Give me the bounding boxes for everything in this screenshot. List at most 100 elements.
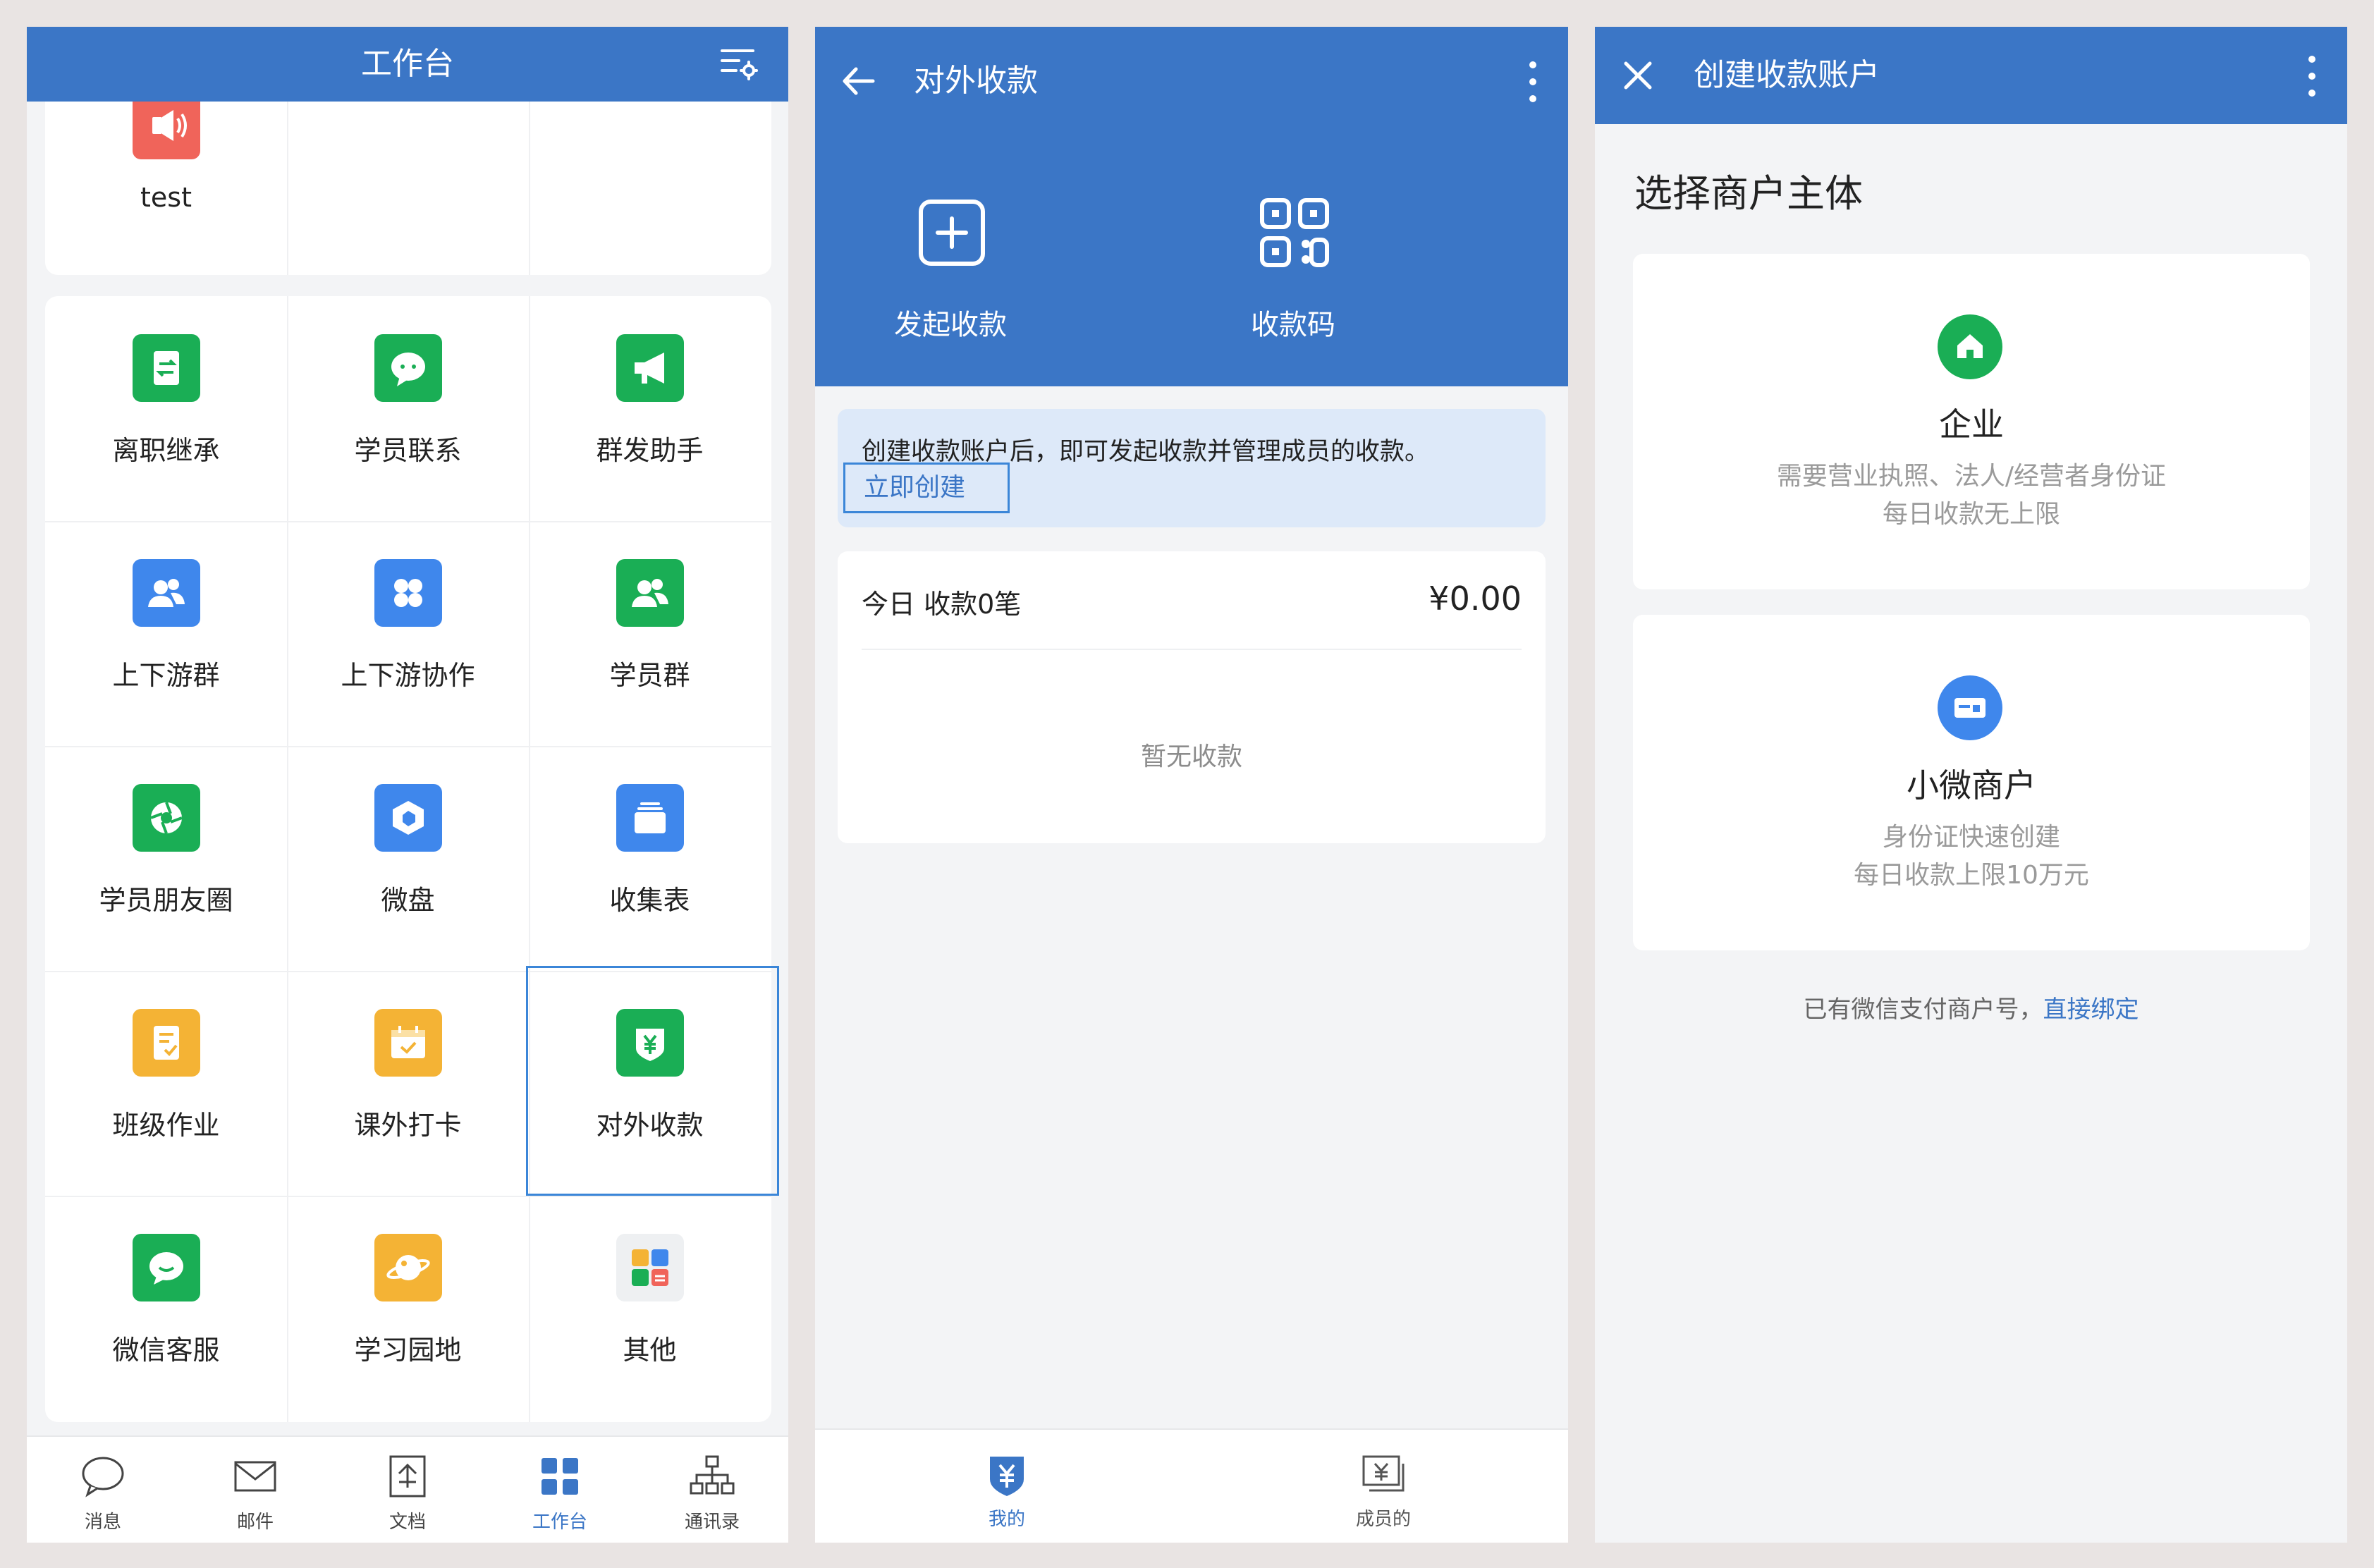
app-item-collect-form[interactable]: 收集表 [529,746,771,971]
app-item-mass-send[interactable]: 群发助手 [529,296,771,521]
collect-screen: 对外收款 发起收款 收款码 创建收款账户后，即可发起收款并管理成员的收款。 立即… [815,27,1568,1543]
calendar-check-icon [374,1009,442,1077]
bind-merchant-hint: 已有微信支付商户号，直接绑定 [1595,990,2347,1024]
option-title: 小微商户 [1907,766,2036,804]
planet-icon [374,1234,442,1301]
app-item-micro-disk[interactable]: 微盘 [287,746,529,971]
app-item-partner-group[interactable]: 上下游群 [45,521,287,746]
message-icon [79,1452,127,1500]
app-label: 微信客服 [112,1335,220,1366]
megaphone-icon [616,334,684,402]
create-header: 创建收款账户 [1595,27,2347,124]
app-label: 其他 [623,1335,677,1366]
today-summary-card: 今日 收款0笔 ¥0.00 暂无收款 [838,551,1546,843]
app-item-student-moments[interactable]: 学员朋友圈 [45,746,287,971]
qr-code-icon [1258,196,1331,269]
document-icon [384,1452,432,1500]
section-title: 选择商户主体 [1634,171,1863,216]
app-item-class-homework[interactable]: 班级作业 [45,971,287,1196]
option-desc: 身份证快速创建 [1882,823,2060,852]
tab-mine[interactable]: 我的 [901,1430,1113,1543]
id-card-icon [1936,674,2004,742]
cloud-disk-icon [374,784,442,852]
transfer-doc-icon [133,334,200,402]
moments-shutter-icon [133,784,200,852]
bind-prefix: 已有微信支付商户号， [1803,996,2043,1024]
app-card-top: test [45,102,771,275]
app-item-student-group[interactable]: 学员群 [529,521,771,746]
yuan-shield-icon [980,1448,1034,1502]
mail-icon [231,1452,279,1500]
today-amount: ¥0.00 [1428,580,1522,618]
option-limit: 每日收款上限10万元 [1854,861,2089,890]
chat-bubble-icon [374,334,442,402]
app-label: 班级作业 [112,1110,220,1141]
tab-messages[interactable]: 消息 [27,1437,179,1543]
page-title: 对外收款 [914,63,1038,99]
bottom-tab-bar: 我的 成员的 [815,1428,1568,1543]
yuan-stack-icon [1357,1448,1410,1502]
close-icon[interactable] [1616,54,1660,97]
app-label: 上下游协作 [341,660,475,691]
app-label: 课外打卡 [354,1110,462,1141]
app-label: 群发助手 [596,435,704,466]
create-account-notice: 创建收款账户后，即可发起收款并管理成员的收款。 立即创建 [838,409,1546,527]
app-label: 学员联系 [354,435,462,466]
bottom-tab-bar: 消息 邮件 文档 工作台 通讯录 [27,1435,788,1543]
tab-workbench[interactable]: 工作台 [484,1437,636,1543]
homework-doc-icon [133,1009,200,1077]
create-account-screen: 创建收款账户 选择商户主体 企业 需要营业执照、法人/经营者身份证 每日收款无上… [1595,27,2347,1543]
app-item-resign-transfer[interactable]: 离职继承 [45,296,287,521]
app-label: 学员群 [609,660,690,691]
house-icon [1936,313,2004,381]
app-label: 微盘 [381,885,435,916]
tab-members[interactable]: 成员的 [1278,1430,1489,1543]
student-group-icon [616,559,684,627]
service-chat-icon [133,1234,200,1301]
page-title: 工作台 [361,46,454,82]
option-desc: 需要营业执照、法人/经营者身份证 [1776,462,2167,491]
plus-square-icon [915,196,989,269]
app-item-partner-collab[interactable]: 上下游协作 [287,521,529,746]
app-grid-card: 离职继承 学员联系 群发助手 上下游群 上下游协作 学员群 学员朋友圈 微盘 收… [45,296,771,1422]
app-item-other[interactable]: 其他 [529,1196,771,1421]
empty-state: 暂无收款 [1140,742,1242,771]
app-grid-icon [616,1234,684,1301]
tab-mail[interactable]: 邮件 [179,1437,331,1543]
more-vertical-icon[interactable] [1519,56,1547,107]
speaker-icon [133,102,200,159]
create-now-link[interactable]: 立即创建 [843,463,1010,513]
app-label: 离职继承 [112,435,220,466]
four-petal-icon [374,559,442,627]
app-item-test[interactable]: test [45,102,287,275]
tab-contacts[interactable]: 通讯录 [636,1437,788,1543]
workbench-grid-icon [536,1452,584,1500]
tab-docs[interactable]: 文档 [331,1437,484,1543]
group-people-icon [133,559,200,627]
app-item-student-contact[interactable]: 学员联系 [287,296,529,521]
selection-highlight [526,966,779,1196]
list-settings-icon[interactable] [718,42,761,86]
app-label: 收集表 [609,885,690,916]
app-label: 学员朋友圈 [99,885,233,916]
workbench-screen: 工作台 test 离职继承 学员联系 群发助手 上下游群 上下游协作 学员群 学… [27,27,788,1543]
start-collect-button[interactable]: 发起收款 [838,196,1063,358]
form-stack-icon [616,784,684,852]
org-chart-icon [688,1452,736,1500]
back-arrow-icon[interactable] [836,59,880,103]
direct-bind-link[interactable]: 直接绑定 [2043,996,2139,1024]
option-title: 企业 [1939,405,2004,443]
option-small-merchant[interactable]: 小微商户 身份证快速创建 每日收款上限10万元 [1633,615,2310,950]
option-enterprise[interactable]: 企业 需要营业执照、法人/经营者身份证 每日收款无上限 [1633,254,2310,589]
qr-code-button[interactable]: 收款码 [1180,196,1406,358]
more-vertical-icon[interactable] [2298,51,2326,102]
app-label: 上下游群 [112,660,220,691]
divider [862,649,1522,650]
today-count: 今日 收款0笔 [862,589,1022,620]
app-item-wechat-service[interactable]: 微信客服 [45,1196,287,1421]
app-item-study-garden[interactable]: 学习园地 [287,1196,529,1421]
app-item-checkin[interactable]: 课外打卡 [287,971,529,1196]
app-label: 学习园地 [354,1335,462,1366]
workbench-header: 工作台 [27,27,788,102]
collect-header: 对外收款 发起收款 收款码 [815,27,1568,386]
